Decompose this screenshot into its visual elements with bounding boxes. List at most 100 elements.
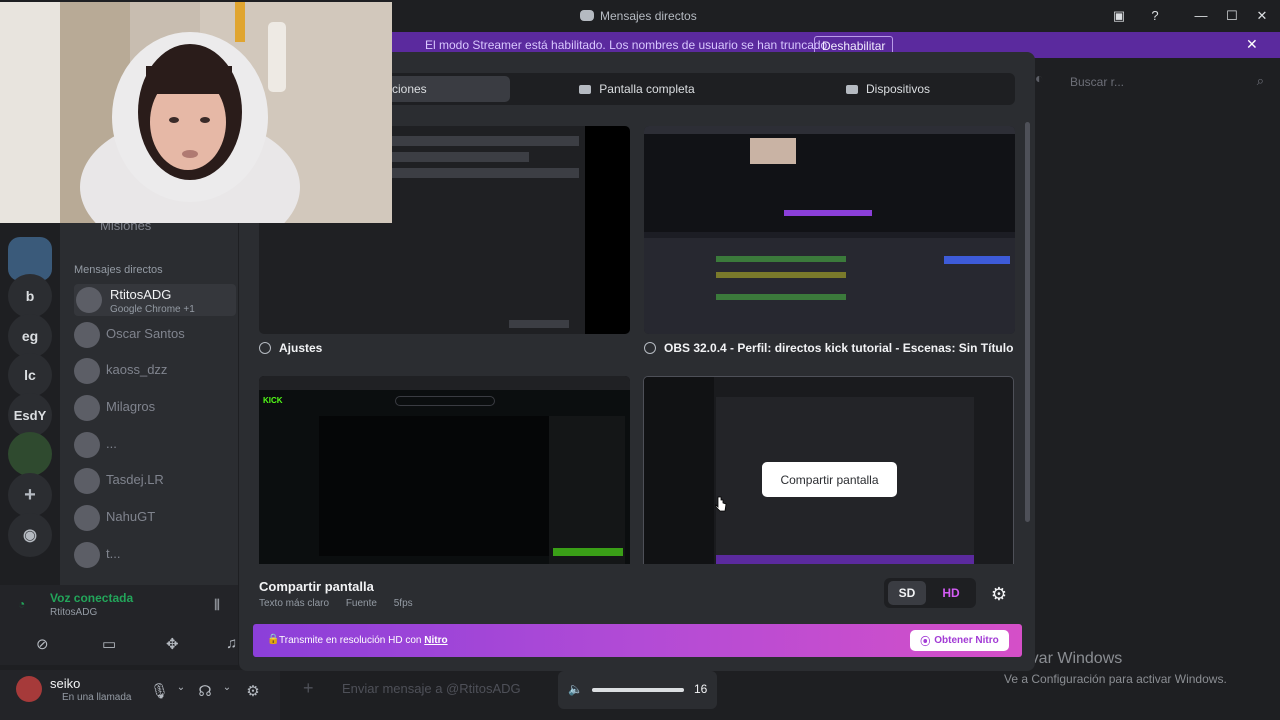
close-window-button[interactable]: ✕ bbox=[1251, 6, 1273, 26]
footer-options[interactable]: Texto más claro Fuente 5fps bbox=[259, 598, 427, 609]
settings-buttons bbox=[509, 320, 569, 328]
dm-item[interactable]: NahuGT bbox=[74, 501, 234, 537]
minimize-button[interactable]: — bbox=[1190, 6, 1212, 26]
dm-name: kaoss_dzz bbox=[106, 362, 168, 377]
user-settings-gear-icon[interactable]: ⚙ bbox=[244, 682, 262, 700]
tab-label: Dispositivos bbox=[865, 82, 931, 96]
source-thumbnail-obs[interactable] bbox=[644, 126, 1015, 334]
globe-icon bbox=[259, 342, 271, 354]
banner-message: El modo Streamer está habilitado. Los no… bbox=[425, 38, 831, 52]
obs-meter bbox=[716, 294, 846, 300]
browser-tabs bbox=[259, 376, 630, 390]
nitro-text: Transmite en resolución HD con bbox=[279, 635, 422, 646]
video-off-icon[interactable]: ⊘ bbox=[36, 635, 49, 653]
member-panel bbox=[1035, 100, 1280, 550]
volume-slider[interactable] bbox=[592, 688, 684, 692]
option-source[interactable]: Fuente bbox=[346, 598, 377, 609]
tab-devices[interactable]: Dispositivos bbox=[764, 76, 1012, 102]
quality-sd-button[interactable]: SD bbox=[888, 581, 926, 605]
dm-item[interactable]: Tasdej.LR bbox=[74, 464, 234, 500]
server-icon-image-2[interactable] bbox=[8, 432, 52, 476]
server-esdy[interactable]: EsdY bbox=[8, 393, 52, 437]
avatar bbox=[76, 287, 102, 313]
audio-options-chevron-icon[interactable]: ⌄ bbox=[218, 682, 236, 700]
settings-field bbox=[389, 136, 579, 146]
webcam-image bbox=[0, 2, 392, 223]
soundboard-icon[interactable]: ♫ bbox=[226, 635, 237, 652]
camera-icon bbox=[845, 84, 858, 94]
avatar bbox=[74, 468, 100, 494]
activities-icon[interactable]: ✥ bbox=[166, 635, 179, 653]
inbox-icon[interactable]: ▣ bbox=[1108, 6, 1130, 26]
option-text-clarity[interactable]: Texto más claro bbox=[259, 598, 329, 609]
discord-thumb-bar bbox=[716, 555, 974, 564]
chat-input[interactable]: Enviar mensaje a @RtitosADG bbox=[342, 681, 521, 696]
maximize-button[interactable]: ☐ bbox=[1221, 6, 1243, 26]
mic-options-chevron-icon[interactable]: ⌄ bbox=[172, 682, 190, 700]
lock-icon: 🔒 bbox=[267, 634, 280, 645]
volume-value: 16 bbox=[694, 682, 708, 696]
help-icon[interactable]: ? bbox=[1144, 6, 1166, 26]
discord-icon bbox=[580, 10, 594, 21]
dm-item[interactable]: t... bbox=[74, 538, 234, 574]
dm-item[interactable]: ... bbox=[74, 428, 234, 464]
webcam-overlay bbox=[0, 2, 392, 223]
dm-item[interactable]: Milagros bbox=[74, 391, 234, 427]
source-caption: Ajustes bbox=[259, 341, 322, 355]
tab-label: Pantalla completa bbox=[599, 82, 695, 96]
dm-item-active[interactable]: RtitosADG Google Chrome +1 bbox=[74, 284, 236, 316]
microphone-icon[interactable]: 🎙 bbox=[150, 682, 169, 700]
dm-name: Oscar Santos bbox=[106, 326, 185, 341]
dm-name: NahuGT bbox=[106, 509, 156, 524]
window-title-text: Mensajes directos bbox=[600, 9, 697, 23]
quality-hd-button[interactable]: HD bbox=[932, 581, 970, 605]
caption-text: OBS 32.0.4 - Perfil: directos kick tutor… bbox=[664, 341, 1014, 355]
screen-share-icon[interactable]: ▭ bbox=[102, 635, 116, 653]
stream-settings-gear-icon[interactable]: ⚙ bbox=[984, 579, 1014, 609]
headphones-icon[interactable]: ☊ bbox=[196, 682, 214, 700]
user-profile-icon[interactable]: ◐ bbox=[1035, 70, 1043, 86]
voice-status[interactable]: Voz conectada bbox=[50, 591, 133, 605]
source-caption: OBS 32.0.4 - Perfil: directos kick tutor… bbox=[644, 341, 1013, 355]
nitro-icon: ⦿ bbox=[920, 637, 931, 648]
obs-meter bbox=[716, 256, 846, 262]
server-lc[interactable]: lc bbox=[8, 353, 52, 397]
nitro-link[interactable]: Nitro bbox=[424, 635, 447, 646]
obs-overlay-bar bbox=[784, 210, 872, 216]
scrollbar[interactable] bbox=[1025, 122, 1030, 522]
explore-icon[interactable]: ◉ bbox=[8, 513, 52, 557]
server-b[interactable]: b bbox=[8, 274, 52, 318]
dm-header: Mensajes directos bbox=[74, 264, 163, 276]
search-bar[interactable]: Buscar r... ⌕ bbox=[1064, 70, 1274, 94]
obs-webcam-preview bbox=[750, 138, 796, 164]
search-input[interactable]: Buscar r... bbox=[1070, 75, 1124, 89]
dm-item[interactable]: Oscar Santos bbox=[74, 318, 234, 354]
kick-stream-player bbox=[319, 416, 549, 556]
footer-title: Compartir pantalla bbox=[259, 579, 374, 594]
tab-full-screen[interactable]: Pantalla completa bbox=[510, 76, 764, 102]
add-attachment-icon[interactable]: + bbox=[303, 678, 314, 699]
dm-name: ... bbox=[106, 436, 117, 451]
get-nitro-button[interactable]: ⦿ Obtener Nitro bbox=[910, 630, 1009, 651]
avatar bbox=[74, 322, 100, 348]
activate-windows-watermark: Activar Windows Ve a Configuración para … bbox=[1004, 650, 1227, 686]
option-framerate[interactable]: 5fps bbox=[394, 598, 413, 609]
voice-status-panel: ◔ Voz conectada RtitosADG ⫼ bbox=[0, 585, 238, 625]
dm-item[interactable]: kaoss_dzz bbox=[74, 354, 234, 390]
share-screen-button[interactable]: Compartir pantalla bbox=[762, 462, 897, 497]
username: seiko bbox=[50, 676, 81, 691]
add-server-icon[interactable]: + bbox=[8, 473, 52, 517]
globe-icon bbox=[644, 342, 656, 354]
dm-name: Milagros bbox=[106, 399, 156, 414]
speaker-icon[interactable]: 🔈 bbox=[568, 682, 583, 696]
banner-close-icon[interactable]: ✕ bbox=[1246, 36, 1258, 53]
server-eg[interactable]: eg bbox=[8, 314, 52, 358]
voice-channel: RtitosADG bbox=[50, 607, 98, 618]
noise-suppression-icon[interactable]: ⫼ bbox=[214, 597, 220, 613]
kick-logo: KICK bbox=[263, 396, 283, 405]
pointer-shape bbox=[715, 496, 727, 512]
window-title: Mensajes directos bbox=[580, 9, 697, 23]
user-avatar[interactable] bbox=[16, 676, 42, 702]
source-thumbnail-kick[interactable]: KICK bbox=[259, 376, 630, 564]
obs-menubar bbox=[644, 126, 1015, 134]
